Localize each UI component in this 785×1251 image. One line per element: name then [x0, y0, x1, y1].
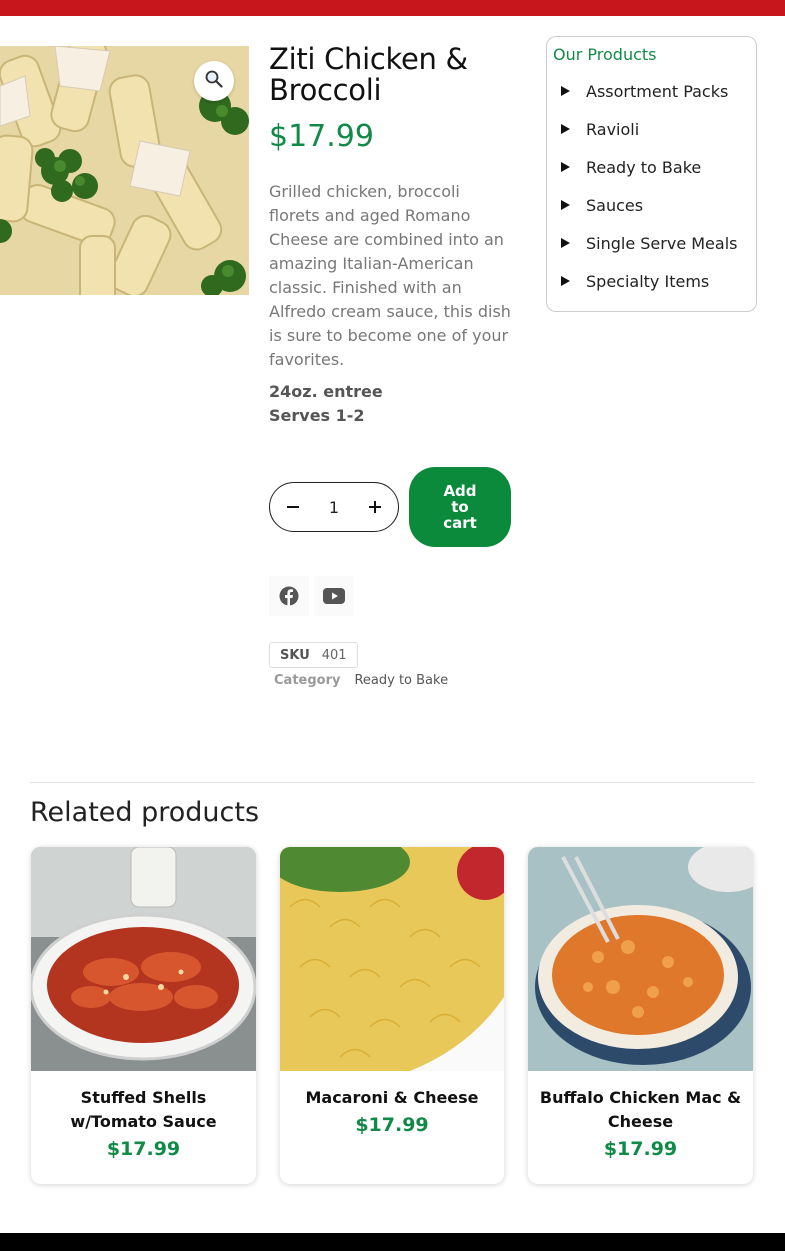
related-product-name[interactable]: Macaroni & Cheese [280, 1086, 504, 1110]
quantity-input[interactable] [314, 497, 354, 517]
related-product-image[interactable] [280, 847, 504, 1071]
category-label: Category [274, 672, 341, 688]
related-products-title: Related products [30, 797, 260, 828]
related-product-card[interactable]: Stuffed Shells w/Tomato Sauce $17.99 [31, 847, 256, 1184]
triangle-right-icon [561, 276, 570, 286]
triangle-right-icon [561, 200, 570, 210]
sidebar-item-label: Sauces [586, 195, 644, 215]
zoom-icon [205, 70, 223, 92]
sidebar-item-single-serve-meals[interactable]: Single Serve Meals [553, 224, 750, 262]
sidebar-item-ravioli[interactable]: Ravioli [553, 110, 750, 148]
sidebar-item-label: Specialty Items [586, 271, 710, 291]
header-bar [0, 0, 785, 16]
sku-box: SKU 401 [269, 642, 358, 668]
sidebar-item-label: Ready to Bake [586, 157, 702, 177]
sidebar-item-specialty-items[interactable]: Specialty Items [553, 262, 750, 300]
sidebar-item-label: Ravioli [586, 119, 640, 139]
related-product-price: $17.99 [106, 1138, 181, 1160]
sku-value: 401 [321, 647, 347, 663]
quantity-stepper [269, 482, 399, 532]
triangle-right-icon [561, 124, 570, 134]
section-divider [30, 782, 755, 783]
category-row: Category Ready to Bake [274, 670, 448, 690]
minus-icon [287, 506, 299, 508]
plus-icon [369, 501, 381, 513]
sidebar-item-label: Assortment Packs [586, 81, 729, 101]
product-title: Ziti Chicken & Broccoli [269, 42, 468, 107]
sidebar-item-sauces[interactable]: Sauces [553, 186, 750, 224]
youtube-icon [323, 588, 345, 604]
triangle-right-icon [561, 162, 570, 172]
zoom-button[interactable] [194, 61, 234, 101]
products-sidebar: Our Products Assortment Packs Ravioli Re… [546, 36, 757, 312]
related-product-price: $17.99 [355, 1114, 429, 1136]
facebook-icon [279, 586, 299, 606]
triangle-right-icon [561, 238, 570, 248]
related-product-card[interactable]: Macaroni & Cheese $17.99 [280, 847, 504, 1184]
related-product-image[interactable] [528, 847, 753, 1071]
add-to-cart-button[interactable]: Add to cart [409, 467, 511, 547]
related-product-name[interactable]: Stuffed Shells w/Tomato Sauce [31, 1086, 256, 1134]
related-product-name[interactable]: Buffalo Chicken Mac & Cheese [528, 1086, 753, 1134]
sidebar-item-label: Single Serve Meals [586, 233, 738, 253]
sidebar-item-assortment-packs[interactable]: Assortment Packs [553, 72, 750, 110]
sidebar-title: Our Products [553, 45, 657, 64]
quantity-increase-button[interactable] [366, 498, 384, 516]
product-serves: Serves 1-2 [269, 406, 365, 425]
related-product-card[interactable]: Buffalo Chicken Mac & Cheese $17.99 [528, 847, 753, 1184]
product-description: Grilled chicken, broccoli florets and ag… [269, 182, 511, 369]
category-link[interactable]: Ready to Bake [354, 673, 448, 688]
sidebar-item-ready-to-bake[interactable]: Ready to Bake [553, 148, 750, 186]
sku-label: SKU [280, 647, 310, 663]
product-size: 24oz. entree [269, 382, 383, 401]
product-price: $17.99 [269, 119, 374, 154]
youtube-share-button[interactable] [314, 576, 354, 616]
related-product-image[interactable] [31, 847, 256, 1071]
product-details: 24oz. entree Serves 1-2 [269, 380, 383, 428]
triangle-right-icon [561, 86, 570, 96]
footer-bar [0, 1233, 785, 1251]
facebook-share-button[interactable] [269, 576, 309, 616]
quantity-decrease-button[interactable] [284, 498, 302, 516]
related-product-price: $17.99 [603, 1138, 678, 1160]
